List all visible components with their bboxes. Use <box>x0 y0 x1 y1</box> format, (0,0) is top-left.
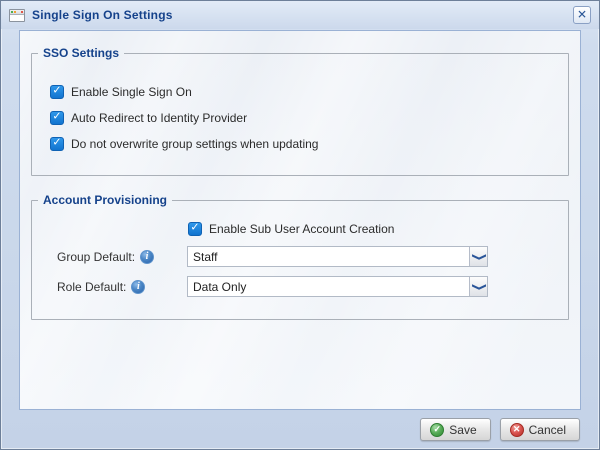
select-value: Data Only <box>193 279 247 294</box>
checkbox-row-auto-redirect[interactable]: ✓ Auto Redirect to Identity Provider <box>50 110 568 125</box>
cancel-button-label: Cancel <box>528 422 566 437</box>
info-icon[interactable]: i <box>131 279 146 294</box>
checkbox-row-sub-user-creation[interactable]: ✓ Enable Sub User Account Creation <box>188 221 568 236</box>
window-icon <box>9 8 25 22</box>
checkbox-checked-icon[interactable]: ✓ <box>188 221 202 236</box>
save-button-label: Save <box>449 422 477 437</box>
dialog-body: SSO Settings ✓ Enable Single Sign On ✓ A… <box>19 30 581 410</box>
checkbox-label: Enable Sub User Account Creation <box>209 221 395 236</box>
sso-settings-legend: SSO Settings <box>43 46 120 60</box>
group-default-label: Group Default: <box>57 249 136 264</box>
checkbox-row-no-overwrite-groups[interactable]: ✓ Do not overwrite group settings when u… <box>50 136 568 151</box>
titlebar: Single Sign On Settings ✕ <box>1 1 599 29</box>
save-button[interactable]: ✓ Save <box>420 418 491 441</box>
role-default-row: Role Default: i Data Only ❯ <box>32 276 568 297</box>
group-default-select[interactable]: Staff ❯ <box>187 246 488 267</box>
info-icon[interactable]: i <box>140 249 155 264</box>
checkbox-checked-icon[interactable]: ✓ <box>50 110 64 125</box>
cancel-button[interactable]: ✕ Cancel <box>499 418 580 441</box>
account-provisioning-legend: Account Provisioning <box>43 193 168 207</box>
chevron-down-icon: ❯ <box>471 282 487 291</box>
chevron-down-icon: ❯ <box>471 252 487 261</box>
account-provisioning-fieldset: Account Provisioning ✓ Enable Sub User A… <box>31 193 569 320</box>
role-default-select[interactable]: Data Only ❯ <box>187 276 488 297</box>
save-check-icon: ✓ <box>430 422 445 437</box>
select-trigger[interactable]: ❯ <box>469 247 487 266</box>
checkbox-checked-icon[interactable]: ✓ <box>50 84 64 99</box>
footer-buttons: ✓ Save ✕ Cancel <box>420 418 580 441</box>
role-default-label: Role Default: <box>57 279 127 294</box>
checkbox-label: Do not overwrite group settings when upd… <box>71 136 319 151</box>
select-trigger[interactable]: ❯ <box>469 277 487 296</box>
sso-settings-dialog: Single Sign On Settings ✕ SSO Settings ✓… <box>0 0 600 450</box>
dialog-title: Single Sign On Settings <box>32 8 173 22</box>
checkbox-label: Auto Redirect to Identity Provider <box>71 110 248 125</box>
checkbox-row-enable-sso[interactable]: ✓ Enable Single Sign On <box>50 84 568 99</box>
checkbox-label: Enable Single Sign On <box>71 84 192 99</box>
close-button[interactable]: ✕ <box>573 6 591 24</box>
cancel-x-icon: ✕ <box>509 422 524 437</box>
sso-settings-fieldset: SSO Settings ✓ Enable Single Sign On ✓ A… <box>31 46 569 176</box>
group-default-row: Group Default: i Staff ❯ <box>32 246 568 267</box>
checkbox-checked-icon[interactable]: ✓ <box>50 136 64 151</box>
close-icon: ✕ <box>576 7 588 22</box>
select-value: Staff <box>193 249 218 264</box>
